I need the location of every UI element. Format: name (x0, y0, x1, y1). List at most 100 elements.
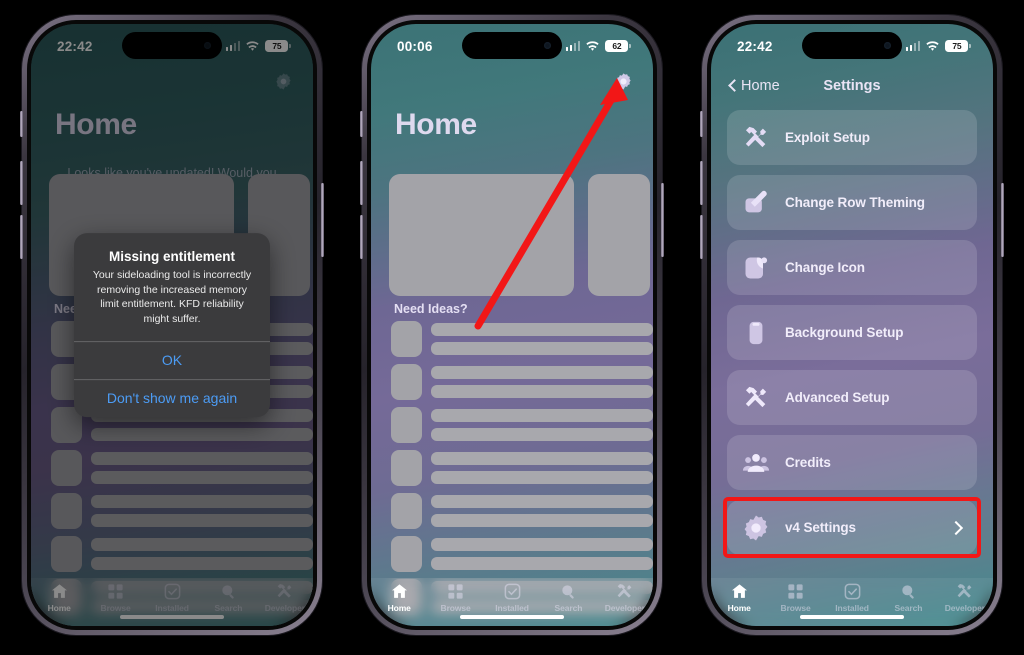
settings-row-advanced-setup[interactable]: Advanced Setup (727, 370, 977, 425)
skeleton-card[interactable] (389, 174, 574, 296)
page-title: Home (395, 108, 477, 141)
status-indicators-2: 62 (565, 40, 631, 52)
battery-tip (969, 44, 971, 48)
list-item[interactable] (391, 407, 653, 443)
alert-dont-show-again-button[interactable]: Don't show me again (74, 378, 270, 417)
home-indicator[interactable] (460, 614, 564, 619)
home-indicator[interactable] (800, 614, 904, 619)
phone-screen-3: 22:42 75 Home Settings Exploit Setup Cha… (711, 24, 993, 626)
wrench-screwdriver-icon (957, 583, 972, 598)
status-time: 22:42 (737, 38, 773, 54)
dynamic-island (802, 32, 902, 59)
text-placeholder (431, 385, 653, 398)
battery-tip (629, 44, 631, 48)
silence-switch[interactable] (700, 111, 703, 137)
settings-row-background-setup[interactable]: Background Setup (727, 305, 977, 360)
thumbnail-placeholder (391, 321, 422, 357)
list-item[interactable] (391, 536, 653, 572)
status-bar-3: 22:42 75 (711, 24, 993, 68)
tab-search[interactable]: Search (880, 582, 936, 613)
text-placeholder (431, 366, 653, 379)
wifi-icon (926, 40, 940, 51)
phone-mockup-3: 22:42 75 Home Settings Exploit Setup Cha… (700, 15, 1004, 635)
volume-up-button[interactable] (360, 161, 363, 205)
tab-search[interactable]: Search (540, 582, 596, 613)
tab-home[interactable]: Home (371, 582, 427, 613)
settings-row-label: Advanced Setup (785, 390, 890, 405)
signal-bars-icon (565, 41, 581, 51)
settings-row-v4-settings[interactable]: v4 Settings (723, 497, 981, 558)
list-item[interactable] (391, 493, 653, 529)
tab-label: Browse (780, 603, 811, 613)
alert-title: Missing entitlement (108, 249, 235, 265)
tab-home[interactable]: Home (711, 582, 767, 613)
silence-switch[interactable] (360, 111, 363, 137)
skeleton-card[interactable] (588, 174, 650, 296)
alert-ok-button[interactable]: OK (74, 340, 270, 379)
tab-installed[interactable]: Installed (484, 582, 540, 613)
home-page-2: Home Need Ideas? (371, 24, 653, 626)
list-item[interactable] (391, 450, 653, 486)
grid-squares-icon (788, 584, 803, 599)
signal-bars-icon (905, 41, 921, 51)
tab-label: Home (387, 603, 411, 613)
thumbnail-placeholder (391, 364, 422, 400)
wrench-screwdriver-icon (741, 383, 771, 413)
power-button[interactable] (321, 183, 324, 257)
settings-row-label: Credits (785, 455, 831, 470)
power-button[interactable] (661, 183, 664, 257)
text-placeholder (431, 428, 653, 441)
tab-developer[interactable]: Developer (597, 582, 653, 613)
tab-label: Developer (604, 603, 645, 613)
tab-label: Search (554, 603, 583, 613)
front-camera-icon (544, 42, 551, 49)
text-placeholder (431, 471, 653, 484)
silence-switch[interactable] (20, 111, 23, 137)
tab-browse[interactable]: Browse (427, 582, 483, 613)
house-icon (731, 584, 747, 598)
volume-up-button[interactable] (700, 161, 703, 205)
alert-body: Missing entitlement Your sideloading too… (74, 233, 270, 341)
back-button[interactable]: Home (729, 78, 780, 94)
settings-row-label: Change Icon (785, 260, 865, 275)
text-placeholder (431, 409, 653, 422)
list-item[interactable] (391, 364, 653, 400)
settings-row-credits[interactable]: Credits (727, 435, 977, 490)
tab-developer[interactable]: Developer (937, 582, 993, 613)
checkmark-square-icon (504, 583, 520, 600)
volume-down-button[interactable] (20, 215, 23, 259)
phone-screen-1: Home Looks like you've updated! Would yo… (31, 24, 313, 626)
thumbnail-placeholder (391, 450, 422, 486)
volume-down-button[interactable] (360, 215, 363, 259)
phone-case-icon (741, 318, 771, 348)
tab-label: Home (727, 603, 751, 613)
text-placeholder (431, 538, 653, 551)
settings-row-change-row-theming[interactable]: Change Row Theming (727, 175, 977, 230)
volume-down-button[interactable] (700, 215, 703, 259)
featured-carousel-2[interactable] (389, 174, 653, 296)
text-placeholder (431, 323, 653, 336)
alert-message: Your sideloading tool is incorrectly rem… (92, 269, 252, 326)
screenshot-stage: Home Looks like you've updated! Would yo… (0, 0, 1024, 655)
tab-label: Search (894, 603, 923, 613)
battery-indicator-3: 75 (945, 40, 971, 52)
list-item[interactable] (391, 321, 653, 357)
text-placeholder (431, 342, 653, 355)
phone-bezel-3: 22:42 75 Home Settings Exploit Setup Cha… (707, 20, 997, 630)
wifi-icon (586, 40, 600, 51)
ideas-list-2[interactable] (391, 321, 653, 615)
settings-row-label: Change Row Theming (785, 195, 925, 210)
power-button[interactable] (1001, 183, 1004, 257)
navigation-bar: Home Settings (711, 68, 993, 104)
magnifier-icon (562, 585, 574, 599)
gear-icon[interactable] (614, 72, 633, 91)
tab-browse[interactable]: Browse (767, 582, 823, 613)
phone-mockup-2: Home Need Ideas? 00:06 62 Home Browse In… (360, 15, 664, 635)
grid-squares-icon (448, 584, 463, 599)
text-placeholder (431, 557, 653, 570)
settings-row-change-icon[interactable]: Change Icon (727, 240, 977, 295)
tab-installed[interactable]: Installed (824, 582, 880, 613)
settings-row-exploit-setup[interactable]: Exploit Setup (727, 110, 977, 165)
volume-up-button[interactable] (20, 161, 23, 205)
chevron-right-icon (954, 520, 963, 535)
